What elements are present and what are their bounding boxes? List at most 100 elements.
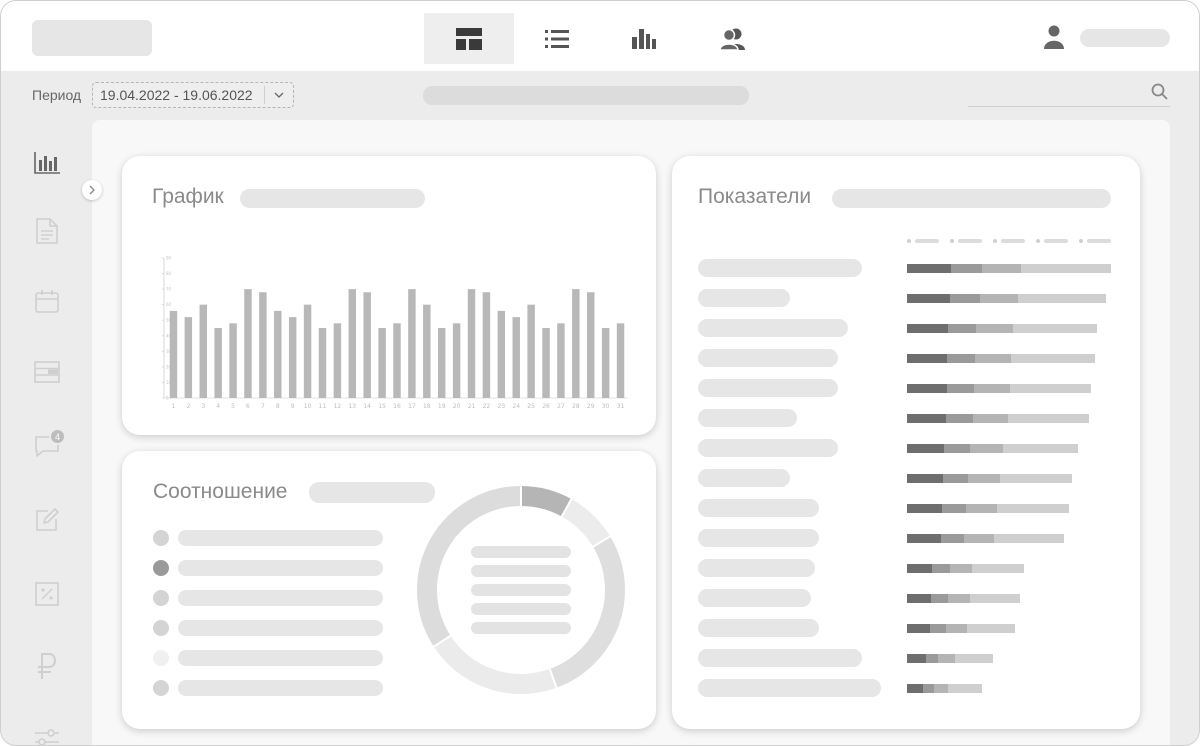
metric-bar-segment (907, 594, 931, 603)
chart-bar (542, 328, 550, 398)
metric-label (698, 379, 838, 397)
x-tick-label: 10 (304, 403, 312, 410)
ruble-icon (38, 653, 56, 679)
chart-bar (303, 304, 312, 398)
metric-label (698, 619, 819, 637)
nav-tab-dashboard[interactable] (424, 13, 514, 64)
x-tick-label: 30 (602, 403, 610, 410)
metric-label (698, 439, 838, 457)
x-tick-label: 4 (216, 403, 220, 410)
legend-label (178, 590, 383, 606)
metric-bar-segment (1010, 384, 1091, 393)
sidebar-item-documents[interactable] (32, 216, 62, 246)
column-header (1087, 239, 1111, 243)
metric-stacked-bar (907, 654, 993, 663)
table-icon (34, 361, 60, 383)
metric-bar-segment (931, 594, 948, 603)
metric-stacked-bar (907, 504, 1069, 513)
metric-bar-segment (967, 624, 1015, 633)
donut-center-line (471, 622, 571, 634)
metric-bar-segment (907, 264, 951, 273)
legend-swatch (153, 680, 169, 696)
metric-bar-segment (1008, 414, 1089, 423)
metrics-card: Показатели (672, 156, 1140, 729)
header-placeholder (423, 86, 749, 105)
percent-icon (35, 582, 59, 606)
metric-bar-segment (970, 444, 1003, 453)
search-input[interactable] (968, 106, 1170, 107)
donut-center-line (471, 546, 571, 558)
nav-tab-list[interactable] (512, 13, 602, 64)
metric-label (698, 559, 815, 577)
ratio-card-title: Соотношение (153, 480, 288, 503)
x-tick-label: 26 (542, 403, 550, 410)
column-header (1044, 239, 1068, 243)
metric-bar-segment (946, 624, 967, 633)
x-tick-label: 7 (261, 403, 265, 410)
x-tick-label: 18 (423, 403, 431, 410)
x-tick-label: 31 (617, 403, 625, 410)
metric-stacked-bar (907, 474, 1072, 483)
metric-bar-segment (907, 474, 943, 483)
sidebar-toggle-button[interactable] (82, 180, 102, 200)
app-window: Период 19.04.2022 - 19.06.2022 4 График … (0, 0, 1200, 746)
sidebar-item-finance[interactable] (32, 651, 62, 681)
sidebar-item-discounts[interactable] (32, 579, 62, 609)
legend-label (178, 560, 383, 576)
period-value: 19.04.2022 - 19.06.2022 (100, 87, 253, 103)
chart-bar (288, 317, 297, 398)
metric-bar-segment (948, 684, 982, 693)
metric-bar-segment (942, 504, 966, 513)
nav-tab-users[interactable] (688, 13, 778, 64)
chevron-down-icon[interactable] (265, 92, 293, 98)
search-icon[interactable] (1151, 83, 1168, 100)
metric-bar-segment (950, 564, 972, 573)
logo[interactable] (32, 20, 152, 56)
legend-label (178, 650, 383, 666)
metric-bar-segment (968, 474, 1000, 483)
chart-bar (244, 289, 252, 398)
donut-segment (520, 486, 572, 517)
sidebar-item-tables[interactable] (32, 357, 62, 387)
metric-stacked-bar (907, 264, 1111, 273)
x-tick-label: 23 (498, 403, 506, 410)
sidebar-item-edit[interactable] (32, 505, 62, 535)
metric-bar-segment (947, 354, 975, 363)
sidebar-item-analytics[interactable] (32, 148, 62, 178)
metric-bar-segment (941, 534, 964, 543)
metric-bar-segment (948, 594, 970, 603)
metric-bar-segment (907, 444, 944, 453)
sidebar-item-settings[interactable] (32, 723, 62, 745)
metric-bar-segment (970, 594, 1020, 603)
x-tick-label: 28 (572, 403, 580, 410)
metric-bar-segment (930, 624, 946, 633)
nav-tab-analytics[interactable] (599, 13, 689, 64)
user-avatar-icon[interactable] (1043, 25, 1065, 49)
metric-label (698, 529, 819, 547)
x-tick-label: 24 (512, 403, 520, 410)
metric-bar-segment (907, 624, 930, 633)
period-select[interactable]: 19.04.2022 - 19.06.2022 (92, 82, 294, 108)
list-icon (545, 29, 569, 48)
x-tick-label: 14 (363, 403, 371, 410)
x-tick-label: 3 (201, 403, 205, 410)
column-header (1001, 239, 1025, 243)
chart-bar (318, 328, 327, 398)
metric-bar-segment (907, 534, 941, 543)
metric-bar-segment (948, 324, 976, 333)
metric-bar-segment (980, 294, 1018, 303)
y-tick-label: 80 (166, 271, 172, 276)
column-marker (993, 239, 997, 243)
user-name[interactable] (1080, 29, 1170, 47)
metric-bar-segment (944, 444, 970, 453)
sidebar-item-calendar[interactable] (32, 286, 62, 316)
metric-bar-segment (982, 264, 1021, 273)
metric-bar-segment (997, 504, 1069, 513)
metric-bar-segment (966, 504, 997, 513)
metric-bar-segment (1013, 324, 1097, 333)
metric-stacked-bar (907, 324, 1097, 333)
metric-label (698, 259, 862, 277)
chart-bar (333, 323, 342, 398)
metric-stacked-bar (907, 384, 1091, 393)
donut-segment (433, 635, 557, 694)
